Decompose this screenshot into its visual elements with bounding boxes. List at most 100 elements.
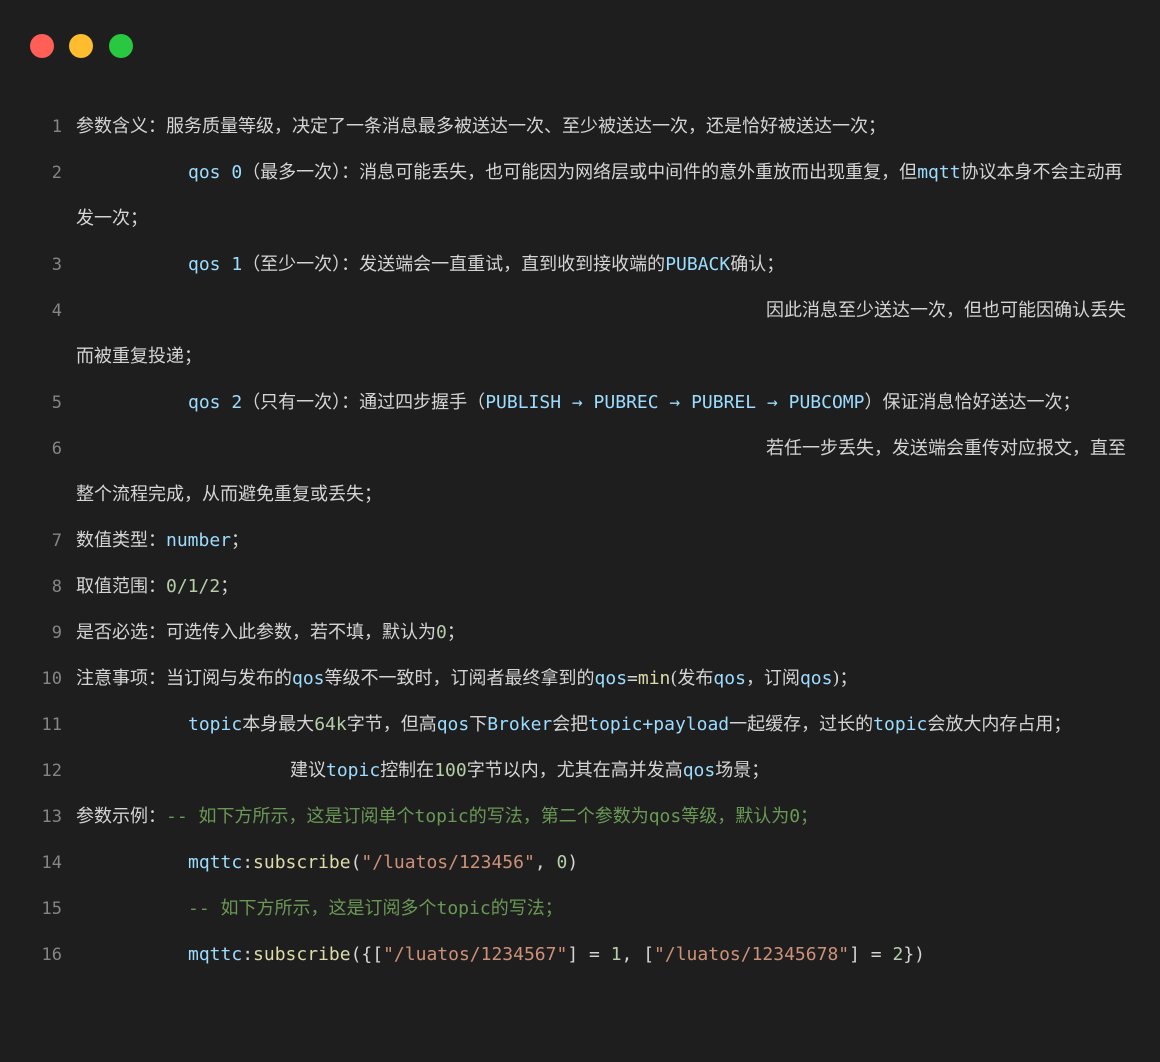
function-token: subscribe — [253, 852, 351, 873]
mqtt-token: mqtt — [917, 162, 961, 183]
code-line: 8 取值范围：0/1/2； — [0, 564, 1160, 610]
line-segment: 字节，但高 — [346, 714, 437, 735]
code-line: 5 qos 2（只有一次）：通过四步握手（PUBLISH → PUBREC → … — [0, 380, 1160, 426]
qos-token: qos 1 — [188, 254, 243, 275]
punctuation: ] = — [567, 944, 611, 965]
code-line: 7 数值类型：number； — [0, 518, 1160, 564]
line-segment: 下 — [469, 714, 488, 735]
minimize-icon[interactable] — [69, 34, 93, 58]
line-text: 参数示例：-- 如下方所示，这是订阅单个topic的写法，第二个参数为qos等级… — [76, 794, 1126, 840]
line-text: 若任一步丢失，发送端会重传对应报文，直至 整个流程完成，从而避免重复或丢失； — [76, 426, 1126, 518]
default-value: 0 — [436, 622, 447, 643]
min-function: min — [637, 668, 671, 689]
line-text: topic本身最大64k字节，但高qos下Broker会把topic+paylo… — [76, 702, 1126, 748]
line-segment: 若任一步丢失，发送端会重传对应报文，直至 — [766, 438, 1126, 459]
line-text: 建议topic控制在100字节以内，尤其在高并发高qos场景； — [76, 748, 1126, 794]
code-line: 4 因此消息至少送达一次，但也可能因确认丢失 而被重复投递； — [0, 288, 1160, 380]
line-segment: 会放大内存占用； — [927, 714, 1072, 735]
punctuation: ) — [567, 852, 579, 873]
code-line: 3 qos 1（至少一次）：发送端会一直重试，直到收到接收端的PUBACK确认； — [0, 242, 1160, 288]
line-segment: 一起缓存，过长的 — [729, 714, 874, 735]
punctuation: ({[ — [350, 944, 384, 965]
punctuation: }) — [903, 944, 926, 965]
code-line: 9 是否必选：可选传入此参数，若不填，默认为0； — [0, 610, 1160, 656]
code-line: 14 mqttc:subscribe("/luatos/123456", 0) — [0, 840, 1160, 886]
separator: : — [242, 944, 254, 965]
type-value: number — [166, 530, 232, 551]
code-line: 1 参数含义：服务质量等级，决定了一条消息最多被送达一次、至少被送达一次，还是恰… — [0, 104, 1160, 150]
line-text: 取值范围：0/1/2； — [76, 564, 1126, 610]
line-segment: （最多一次）：消息可能丢失，也可能因为网络层或中间件的意外重放而出现重复，但 — [242, 162, 918, 183]
line-number: 15 — [41, 899, 62, 919]
line-segment: 注意事项：当订阅与发布的 — [76, 668, 292, 689]
code-line: 13 参数示例：-- 如下方所示，这是订阅单个topic的写法，第二个参数为qo… — [0, 794, 1160, 840]
qos-token: qos — [799, 668, 833, 689]
punctuation: ] = — [849, 944, 893, 965]
code-line: 12 建议topic控制在100字节以内，尤其在高并发高qos场景； — [0, 748, 1160, 794]
punctuation: , — [534, 852, 557, 873]
punctuation: ( — [350, 852, 362, 873]
line-segment: ，订阅 — [745, 668, 800, 689]
code-window: 1 参数含义：服务质量等级，决定了一条消息最多被送达一次、至少被送达一次，还是恰… — [0, 0, 1160, 1062]
topic-token: topic — [873, 714, 928, 735]
maximize-icon[interactable] — [109, 34, 133, 58]
code-line: 11 topic本身最大64k字节，但高qos下Broker会把topic+pa… — [0, 702, 1160, 748]
line-segment: 控制在 — [380, 760, 435, 781]
size-value: 64k — [314, 714, 347, 735]
size-value: 100 — [434, 760, 467, 781]
line-number: 4 — [51, 301, 62, 321]
string-token: "/luatos/1234567" — [383, 944, 568, 965]
line-number: 1 — [51, 117, 62, 137]
object-token: mqttc — [188, 944, 243, 965]
code-line: 16 mqttc:subscribe({["/luatos/1234567"] … — [0, 932, 1160, 978]
line-text: qos 0（最多一次）：消息可能丢失，也可能因为网络层或中间件的意外重放而出现重… — [76, 150, 1126, 242]
qos-token: qos — [713, 668, 746, 689]
number-token: 0 — [556, 852, 568, 873]
object-token: mqttc — [188, 852, 243, 873]
code-line: 2 qos 0（最多一次）：消息可能丢失，也可能因为网络层或中间件的意外重放而出… — [0, 150, 1160, 242]
title-bar — [0, 0, 1160, 90]
qos-token: qos — [292, 668, 325, 689]
line-segment: 是否必选：可选传入此参数，若不填，默认为 — [76, 622, 436, 643]
line-text: 参数含义：服务质量等级，决定了一条消息最多被送达一次、至少被送达一次，还是恰好被… — [76, 116, 886, 137]
line-segment: ； — [446, 622, 465, 643]
line-segment: 场景； — [715, 760, 770, 781]
topic-token: topic — [188, 714, 243, 735]
qos-token: qos — [594, 668, 628, 689]
line-number: 13 — [41, 807, 62, 827]
number-token: 2 — [892, 944, 904, 965]
line-text: qos 1（至少一次）：发送端会一直重试，直到收到接收端的PUBACK确认； — [76, 242, 1126, 288]
qos-token: qos — [682, 760, 716, 781]
line-segment: ； — [220, 576, 239, 597]
line-text: 注意事项：当订阅与发布的qos等级不一致时，订阅者最终拿到的qos=min(发布… — [76, 656, 1126, 702]
code-block: 1 参数含义：服务质量等级，决定了一条消息最多被送达一次、至少被送达一次，还是恰… — [0, 104, 1160, 978]
qos-token: qos 2 — [188, 392, 243, 413]
string-token: "/luatos/12345678" — [654, 944, 850, 965]
range-value: 0/1/2 — [166, 576, 221, 597]
line-number: 8 — [51, 577, 62, 597]
line-segment: ）保证消息恰好送达一次； — [864, 392, 1081, 413]
line-number: 12 — [41, 761, 62, 781]
close-icon[interactable] — [30, 34, 54, 58]
code-comment: -- 如下方所示，这是订阅多个topic的写法； — [188, 898, 563, 919]
line-number: 9 — [51, 623, 62, 643]
line-text: 因此消息至少送达一次，但也可能因确认丢失 而被重复投递； — [76, 288, 1126, 380]
line-number: 14 — [41, 853, 62, 873]
line-number: 3 — [51, 255, 62, 275]
puback-token: PUBACK — [665, 254, 731, 275]
line-segment: （至少一次）：发送端会一直重试，直到收到接收端的 — [242, 254, 666, 275]
line-text: mqttc:subscribe("/luatos/123456", 0) — [76, 840, 1126, 886]
punctuation: , [ — [621, 944, 655, 965]
line-segment: 因此消息至少送达一次，但也可能因确认丢失 — [766, 300, 1126, 321]
line-number: 2 — [51, 163, 62, 183]
line-number: 16 — [41, 945, 62, 965]
code-line: 15 -- 如下方所示，这是订阅多个topic的写法； — [0, 886, 1160, 932]
qos-token: qos — [436, 714, 470, 735]
line-segment: 等级不一致时，订阅者最终拿到的 — [324, 668, 595, 689]
line-number: 11 — [41, 715, 62, 735]
line-segment: )； — [832, 668, 858, 689]
line-segment: 本身最大 — [242, 714, 315, 735]
line-number: 7 — [51, 531, 62, 551]
code-line: 10 注意事项：当订阅与发布的qos等级不一致时，订阅者最终拿到的qos=min… — [0, 656, 1160, 702]
line-segment: （只有一次）：通过四步握手（ — [242, 392, 486, 413]
